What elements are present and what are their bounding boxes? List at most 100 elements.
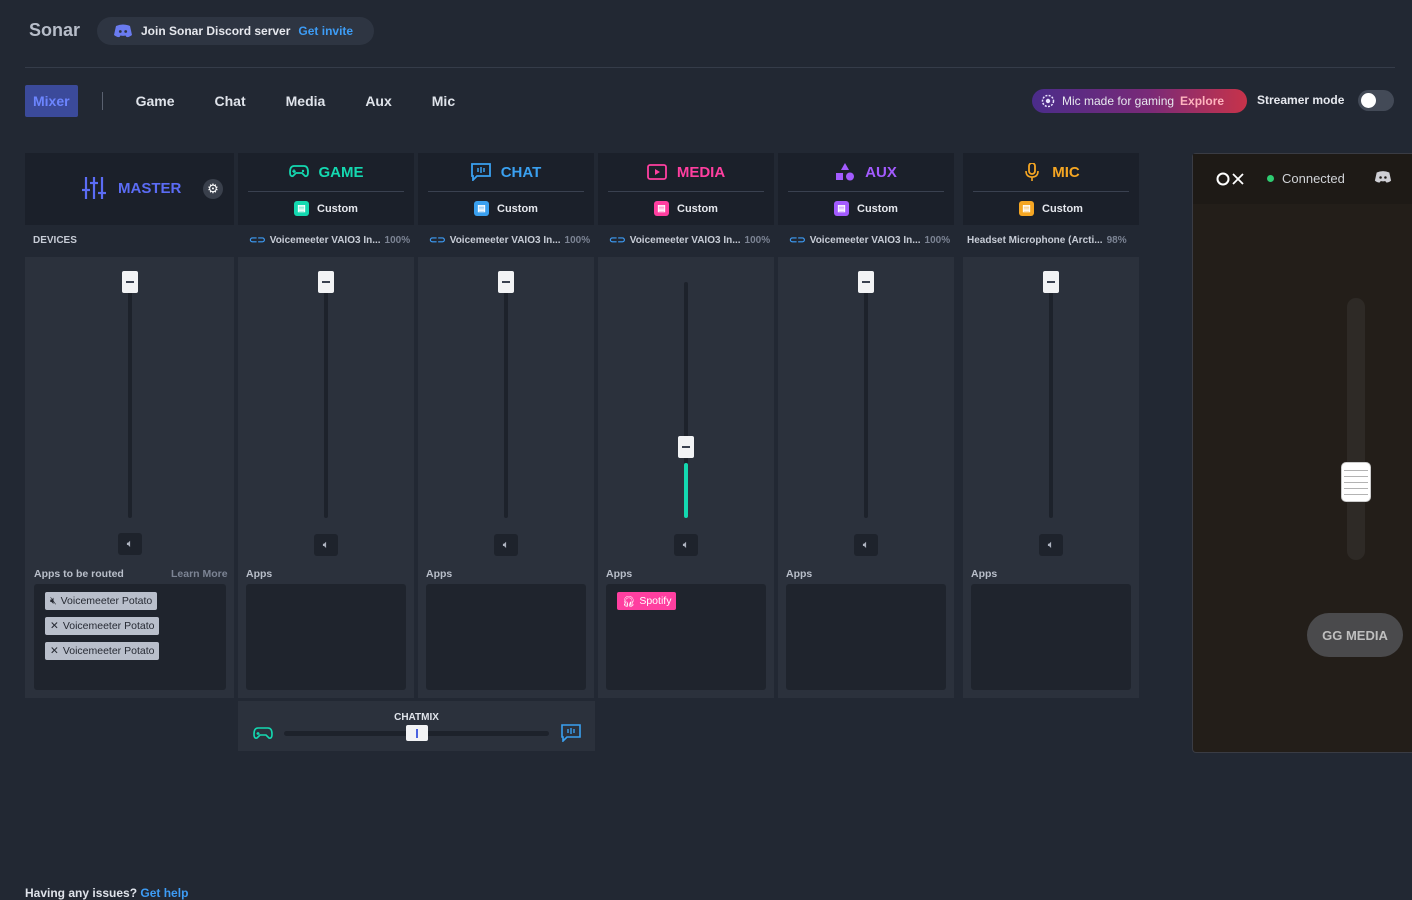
aux-icon (836, 163, 855, 181)
chat-title: CHAT (418, 163, 594, 181)
tab-mic[interactable]: Mic (432, 93, 455, 109)
aux-volume-thumb[interactable] (858, 271, 874, 293)
discord-icon (114, 24, 132, 38)
game-apps-box (246, 584, 406, 690)
game-preset-selector[interactable]: ▤ Custom (238, 201, 414, 216)
mic-body: 🔈︎ Apps (963, 257, 1139, 698)
aux-preset-selector[interactable]: ▤ Custom (778, 201, 954, 216)
get-invite-link[interactable]: Get invite (298, 24, 353, 38)
media-apps-box: 🎧︎ Spotify (606, 584, 766, 690)
tab-chat[interactable]: Chat (215, 93, 246, 109)
link-icon: ⊂⊃ (609, 235, 626, 246)
game-divider (248, 191, 404, 192)
streamer-mode-label: Streamer mode (1257, 93, 1345, 107)
aux-divider (788, 191, 944, 192)
get-help-link[interactable]: Get help (140, 886, 188, 900)
tab-separator (101, 92, 103, 110)
chat-speaker-icon[interactable]: 🔈︎ (494, 534, 518, 556)
chat-device[interactable]: ⊂⊃ Voicemeeter VAIO3 In... 100% (429, 235, 590, 246)
mic-icon (1025, 163, 1040, 181)
media-title: MEDIA (598, 163, 774, 181)
master-title: MASTER (118, 179, 182, 197)
discord-text: Join Sonar Discord server (141, 24, 291, 38)
media-body: 🔈︎ Apps 🎧︎ Spotify (598, 257, 774, 698)
master-apps-box: 🔇︎ Voicemeeter Potato ✕ Voicemeeter Potato… (34, 584, 226, 690)
mic-header: MIC ▤ Custom (963, 153, 1139, 225)
media-preset-selector[interactable]: ▤ Custom (598, 201, 774, 216)
game-volume-track[interactable] (324, 282, 328, 518)
aux-apps-label: Apps (786, 568, 813, 580)
gear-mic-icon (1041, 94, 1055, 108)
discord-icon[interactable] (1374, 170, 1392, 184)
gg-media-button[interactable]: GG MEDIA (1307, 613, 1403, 657)
app-chip[interactable]: ✕ Voicemeeter Potato (45, 617, 160, 635)
media-divider (608, 191, 764, 192)
mic-preset-selector[interactable]: ▤ Custom (963, 201, 1139, 216)
toggle-knob (1361, 93, 1376, 108)
help-text: Having any issues? (25, 886, 138, 900)
game-speaker-icon[interactable]: 🔈︎ (314, 534, 338, 556)
chat-volume-track[interactable] (504, 282, 508, 518)
master-volume-track[interactable] (128, 282, 132, 518)
master-speaker-icon[interactable]: 🔈︎ (118, 533, 142, 555)
aux-speaker-icon[interactable]: 🔈︎ (854, 534, 878, 556)
aux-volume-track[interactable] (864, 282, 868, 518)
app-chip[interactable]: ✕ Voicemeeter Potato (45, 642, 160, 660)
nav-tabs: Mixer Game Chat Media Aux Mic (25, 85, 495, 117)
link-icon: ⊂⊃ (789, 235, 806, 246)
media-volume-thumb[interactable] (678, 436, 694, 458)
chat-divider (428, 191, 584, 192)
aux-header: AUX ▤ Custom (778, 153, 954, 225)
tab-mixer[interactable]: Mixer (25, 85, 78, 117)
game-body: 🔈︎ Apps (238, 257, 414, 698)
gg-volume-track[interactable] (1347, 298, 1365, 560)
preset-icon: ▤ (474, 201, 490, 216)
learn-more-link[interactable]: Learn More (171, 568, 228, 580)
chatmix-thumb[interactable] (406, 725, 428, 741)
sliders-icon (82, 177, 106, 199)
aux-apps-box (786, 584, 946, 690)
status-dot (1267, 175, 1274, 182)
game-device[interactable]: ⊂⊃ Voicemeeter VAIO3 In... 100% (249, 235, 410, 246)
media-icon (646, 164, 667, 180)
game-title: GAME (238, 163, 414, 181)
mic-device[interactable]: Headset Microphone (Arcti... 98% (967, 235, 1127, 246)
link-icon: ⊂⊃ (429, 235, 446, 246)
mic-speaker-icon[interactable]: 🔈︎ (1039, 534, 1063, 556)
chat-icon (470, 163, 491, 181)
mic-volume-thumb[interactable] (1043, 271, 1059, 293)
explore-link[interactable]: Explore (1180, 94, 1224, 108)
game-volume-thumb[interactable] (318, 271, 334, 293)
preset-icon: ▤ (654, 201, 670, 216)
mic-promo-banner[interactable]: Mic made for gaming Explore (1032, 89, 1247, 113)
apps-to-route-label: Apps to be routed (34, 568, 124, 580)
discord-banner[interactable]: Join Sonar Discord server Get invite (97, 17, 374, 45)
media-speaker-icon[interactable]: 🔈︎ (674, 534, 698, 556)
streamer-mode-toggle[interactable] (1358, 90, 1394, 111)
mic-volume-track[interactable] (1049, 282, 1053, 518)
chatmix-panel: CHATMIX (238, 701, 595, 751)
chat-volume-thumb[interactable] (498, 271, 514, 293)
chat-apps-box (426, 584, 586, 690)
help-footer: Having any issues? Get help (25, 886, 188, 900)
tab-media[interactable]: Media (286, 93, 326, 109)
tab-game[interactable]: Game (136, 93, 175, 109)
media-device[interactable]: ⊂⊃ Voicemeeter VAIO3 In... 100% (609, 235, 770, 246)
chat-preset-selector[interactable]: ▤ Custom (418, 201, 594, 216)
gg-logo-icon (1216, 172, 1244, 186)
speaker-muted-icon: 🔇︎ (50, 594, 57, 607)
tab-aux[interactable]: Aux (365, 93, 391, 109)
chat-apps-label: Apps (426, 568, 453, 580)
media-header: MEDIA ▤ Custom (598, 153, 774, 225)
app-chip-spotify[interactable]: 🎧︎ Spotify (617, 592, 677, 610)
chatmix-label: CHATMIX (394, 712, 439, 723)
headphones-icon: 🎧︎ (622, 595, 636, 608)
master-settings-gear-icon[interactable]: ⚙ (203, 179, 223, 199)
app-chip[interactable]: 🔇︎ Voicemeeter Potato (45, 592, 158, 610)
mic-apps-label: Apps (971, 568, 998, 580)
master-volume-thumb[interactable] (122, 271, 138, 293)
mic-divider (973, 191, 1129, 192)
gg-volume-thumb[interactable] (1342, 463, 1370, 501)
app-title: Sonar (29, 20, 81, 40)
aux-device[interactable]: ⊂⊃ Voicemeeter VAIO3 In... 100% (789, 235, 950, 246)
